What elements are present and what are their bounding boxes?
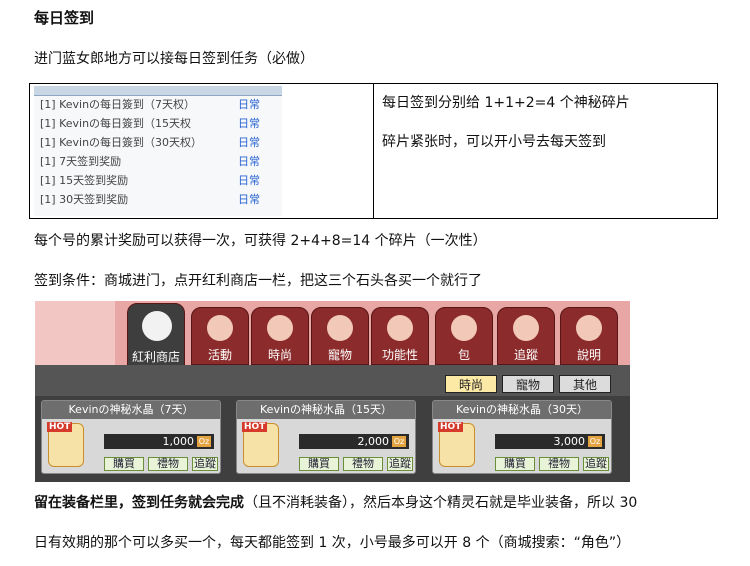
tab-help[interactable]: 說明 — [560, 307, 618, 365]
quest-row: [1] Kevinの每日簽到（30天权） 日常 — [40, 136, 260, 149]
cart-icon — [513, 315, 539, 341]
hot-badge: HOT — [438, 422, 464, 432]
tab-bag[interactable]: 包 — [435, 307, 493, 365]
footer-rest-text: ，然后本身这个精灵石就是毕业装备，所以 30 — [349, 495, 638, 511]
tab-pets[interactable]: 寵物 — [311, 307, 369, 365]
footer-bold-text: 留在装备栏里，签到任务就会完成 — [34, 495, 244, 511]
quest-row: [1] Kevinの每日簽到（15天权 日常 — [40, 117, 260, 130]
crystal-item-icon: HOT — [242, 422, 279, 467]
subtab-pets[interactable]: 寵物 — [502, 375, 554, 393]
info-table: [1] Kevinの每日簽到（7天权） 日常 [1] Kevinの每日簽到（15天… — [29, 83, 718, 219]
track-button[interactable]: 追蹤 — [192, 457, 218, 471]
item-price: 1,000 Oz — [104, 434, 214, 449]
hanger-icon — [267, 315, 293, 341]
tab-functional[interactable]: 功能性 — [371, 307, 429, 365]
track-button[interactable]: 追蹤 — [387, 457, 413, 471]
note-alt-account: 碎片紧张时，可以开小号去每天签到 — [382, 134, 606, 150]
item-name: Kevinの神秘水晶（7天） — [42, 401, 220, 419]
tab-events[interactable]: 活動 — [191, 307, 249, 365]
footer-paren-text: （且不消耗装备） — [244, 495, 349, 511]
pet-icon — [327, 315, 353, 341]
footer-line-2: 日有效期的那个可以多买一个，每天都能签到 1 次，小号最多可以开 8 个（商城搜… — [34, 535, 631, 551]
quest-list-header-bar — [34, 86, 282, 96]
shop-top-band-light — [35, 301, 115, 365]
oz-currency-icon: Oz — [392, 436, 406, 447]
p-coin-icon — [142, 311, 172, 341]
oz-currency-icon: Oz — [588, 436, 602, 447]
quest-row: [1] Kevinの每日簽到（7天权） 日常 — [40, 98, 260, 111]
tab-bonus-shop[interactable]: 紅利商店 — [127, 303, 185, 367]
item-price: 3,000 Oz — [495, 434, 605, 449]
table-divider — [373, 84, 374, 218]
condition-text: 签到条件：商城进门，点开红利商店一栏，把这三个石头各买一个就行了 — [34, 273, 482, 289]
tab-fashion[interactable]: 時尚 — [251, 307, 309, 365]
shop-item-card: Kevinの神秘水晶（15天） HOT 2,000 Oz 購買 禮物 追蹤 — [236, 400, 416, 474]
item-name: Kevinの神秘水晶（15天） — [237, 401, 415, 419]
gift-button[interactable]: 禮物 — [539, 457, 579, 471]
quest-row: [1] 30天签到奖励 日常 — [40, 193, 260, 206]
question-icon — [576, 315, 602, 341]
buy-button[interactable]: 購買 — [495, 457, 535, 471]
flower-icon — [207, 315, 233, 341]
hot-badge: HOT — [47, 422, 73, 432]
shop-screenshot: 紅利商店 活動 時尚 寵物 功能性 包 追蹤 說明 時尚 寵物 其他 Kevin… — [35, 301, 630, 482]
item-price: 2,000 Oz — [299, 434, 409, 449]
track-button[interactable]: 追蹤 — [583, 457, 609, 471]
oz-currency-icon: Oz — [197, 436, 211, 447]
tab-tracking[interactable]: 追蹤 — [497, 307, 555, 365]
footer-line-1: 留在装备栏里，签到任务就会完成（且不消耗装备），然后本身这个精灵石就是毕业装备，… — [34, 493, 637, 513]
gift-button[interactable]: 禮物 — [148, 457, 188, 471]
quest-list-screenshot: [1] Kevinの每日簽到（7天权） 日常 [1] Kevinの每日簽到（15天… — [34, 86, 282, 216]
buy-button[interactable]: 購買 — [104, 457, 144, 471]
note-shard-reward: 每日签到分别给 1+1+2=4 个神秘碎片 — [382, 95, 630, 111]
gift-button[interactable]: 禮物 — [343, 457, 383, 471]
shop-item-card: Kevinの神秘水晶（30天） HOT 3,000 Oz 購買 禮物 追蹤 — [432, 400, 612, 474]
hot-badge: HOT — [242, 422, 268, 432]
subtab-other[interactable]: 其他 — [559, 375, 611, 393]
cumulative-text: 每个号的累计奖励可以获得一次，可获得 2+4+8=14 个碎片（一次性） — [34, 233, 487, 249]
item-name: Kevinの神秘水晶（30天） — [433, 401, 611, 419]
shop-item-card: Kevinの神秘水晶（7天） HOT 1,000 Oz 購買 禮物 追蹤 — [41, 400, 221, 474]
quest-row: [1] 15天签到奖励 日常 — [40, 174, 260, 187]
buy-button[interactable]: 購買 — [299, 457, 339, 471]
gears-icon — [387, 315, 413, 341]
page-title: 每日签到 — [34, 9, 95, 27]
crystal-item-icon: HOT — [47, 422, 84, 467]
crystal-item-icon: HOT — [438, 422, 475, 467]
quest-row: [1] 7天签到奖励 日常 — [40, 155, 260, 168]
gift-box-icon — [451, 315, 477, 341]
intro-text: 进门蓝女郎地方可以接每日签到任务（必做） — [34, 51, 314, 67]
subtab-fashion[interactable]: 時尚 — [445, 375, 497, 393]
